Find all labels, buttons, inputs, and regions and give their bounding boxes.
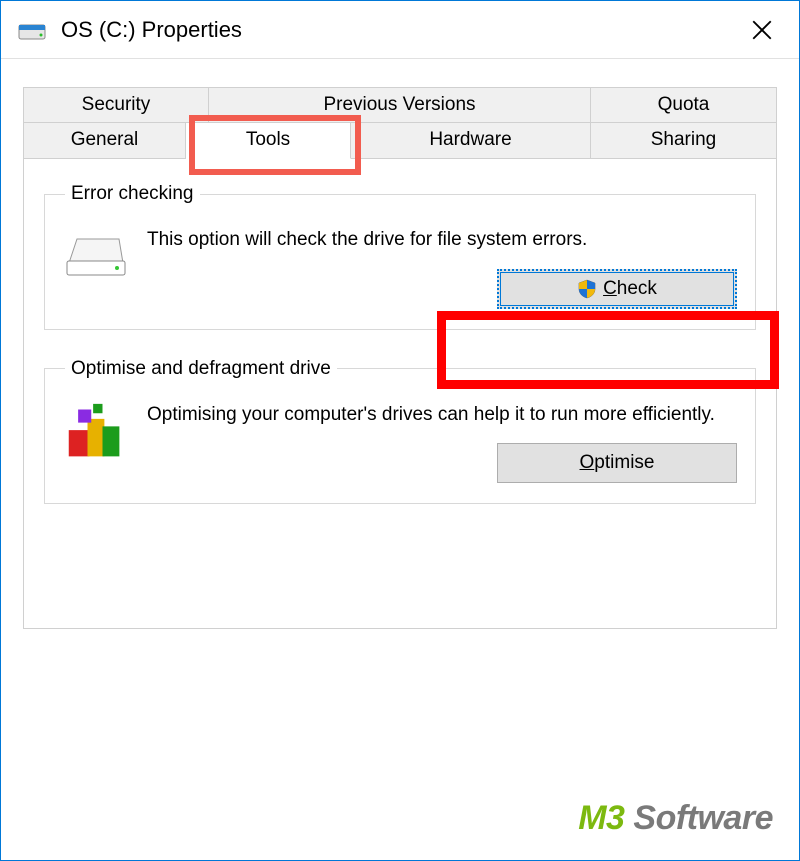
- tab-label: Tools: [246, 129, 290, 150]
- watermark: M3 Software: [578, 799, 773, 838]
- shield-icon: [577, 279, 597, 299]
- watermark-m3: M3: [578, 799, 624, 837]
- defrag-icon: [63, 402, 127, 454]
- group-legend: Optimise and defragment drive: [65, 358, 337, 380]
- tab-row-bottom: General Tools Hardware Sharing: [23, 122, 777, 159]
- close-button[interactable]: [739, 7, 785, 53]
- tab-security[interactable]: Security: [23, 87, 209, 123]
- tab-quota[interactable]: Quota: [591, 87, 777, 123]
- dialog-content: Security Previous Versions Quota General…: [1, 59, 799, 629]
- group-legend: Error checking: [65, 183, 200, 205]
- tab-general[interactable]: General: [23, 122, 186, 159]
- optimise-button[interactable]: Optimise: [497, 443, 737, 483]
- tab-label: Previous Versions: [323, 94, 475, 115]
- drive-icon: [17, 15, 47, 45]
- titlebar: OS (C:) Properties: [1, 1, 799, 59]
- tab-previous-versions[interactable]: Previous Versions: [209, 87, 591, 123]
- tab-label: General: [71, 129, 139, 150]
- watermark-software: Software: [624, 799, 773, 837]
- tab-label: Security: [82, 94, 151, 115]
- tab-sharing[interactable]: Sharing: [591, 122, 777, 159]
- group-optimise: Optimise and defragment drive: [44, 358, 756, 505]
- tab-label: Hardware: [429, 129, 511, 150]
- button-label: Check: [603, 278, 657, 300]
- properties-dialog: OS (C:) Properties Security Previous Ver…: [0, 0, 800, 861]
- tab-panel-tools: Error checking This option will check th…: [23, 159, 777, 629]
- optimise-description: Optimising your computer's drives can he…: [147, 402, 737, 428]
- drive-icon: [63, 227, 127, 279]
- error-checking-description: This option will check the drive for fil…: [147, 227, 737, 253]
- window-title: OS (C:) Properties: [61, 17, 739, 43]
- tab-hardware[interactable]: Hardware: [351, 122, 591, 159]
- button-label: Optimise: [580, 452, 655, 474]
- group-error-checking: Error checking This option will check th…: [44, 183, 756, 330]
- tab-tools[interactable]: Tools: [186, 122, 351, 159]
- tabs: Security Previous Versions Quota General…: [23, 87, 777, 629]
- tab-label: Quota: [658, 94, 710, 115]
- tab-row-top: Security Previous Versions Quota: [23, 87, 777, 123]
- tab-label: Sharing: [651, 129, 717, 150]
- check-button[interactable]: Check: [497, 269, 737, 309]
